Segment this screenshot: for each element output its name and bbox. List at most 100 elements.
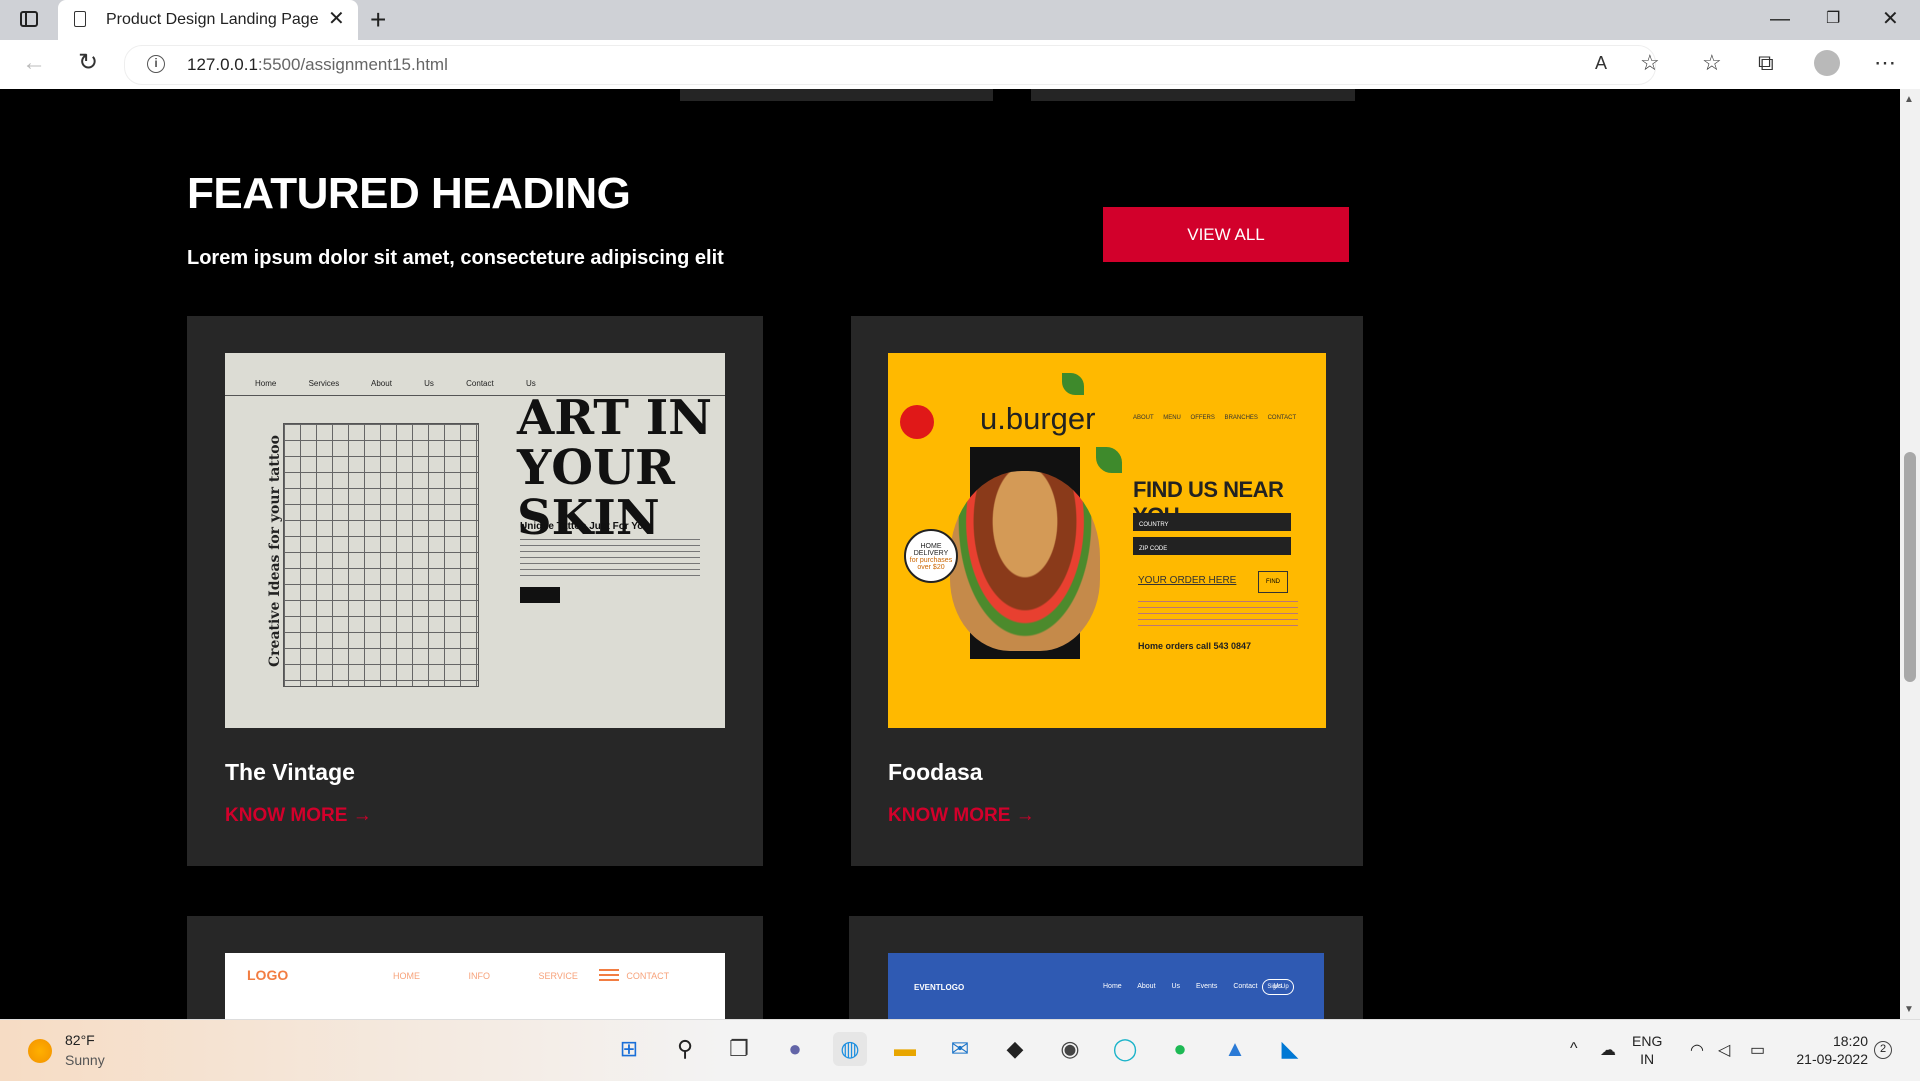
address-toolbar: ← ↻ i 127.0.0.1:5500/assignment15.html A…	[0, 40, 1920, 90]
delivery-note: for purchases over $20	[909, 557, 953, 571]
tomato-image	[900, 405, 934, 439]
country-select-label: COUNTRY	[1139, 522, 1169, 528]
chat-icon[interactable]: ●	[778, 1032, 812, 1066]
browser-tab[interactable]: Product Design Landing Page ✕	[58, 0, 358, 40]
leaf-image	[1096, 447, 1122, 473]
clock-time: 18:20	[1832, 1033, 1868, 1049]
battery-icon[interactable]: ▭	[1750, 1040, 1765, 1060]
language-indicator[interactable]: ENG IN	[1632, 1032, 1662, 1068]
alexa-icon[interactable]: ◯	[1108, 1032, 1142, 1066]
delivery-title: HOME DELIVERY	[913, 543, 949, 557]
project-card: EVENTLOGO Home About Us Events Contact U…	[849, 916, 1363, 1019]
url-path: :5500/assignment15.html	[257, 55, 448, 74]
add-favorite-icon[interactable]: ☆	[1640, 50, 1660, 76]
view-all-button[interactable]: VIEW ALL	[1103, 207, 1349, 262]
scrollbar-thumb[interactable]	[1904, 452, 1916, 682]
thumb-side-text: Creative Ideas for your tattoo	[266, 435, 283, 667]
clock[interactable]: 18:20 21-09-2022	[1784, 1032, 1868, 1068]
mail-icon[interactable]: ✉	[943, 1032, 977, 1066]
search-icon[interactable]: ⚲	[668, 1032, 702, 1066]
project-card: LOGO HOME INFO SERVICE CONTACT	[187, 916, 763, 1019]
thumb-paragraph	[1138, 601, 1298, 629]
profile-avatar[interactable]	[1814, 50, 1840, 76]
refresh-icon[interactable]: ↻	[78, 48, 98, 78]
more-options-icon[interactable]: ⋯	[1874, 50, 1896, 76]
restore-icon[interactable]: ❐	[1826, 6, 1840, 32]
collections-icon[interactable]: ⧉	[1758, 50, 1774, 76]
thumb-nav: Home Services About Us Contact Us	[255, 379, 536, 388]
featured-subtitle: Lorem ipsum dolor sit amet, consecteture…	[187, 247, 724, 269]
weather-condition[interactable]: Sunny	[65, 1052, 105, 1068]
card-bottom-edge	[1031, 89, 1355, 101]
photos-icon[interactable]: ▲	[1218, 1032, 1252, 1066]
taskbar: 82°F Sunny ⊞ ⚲ ❐ ● ◍ ▬ ✉ ◆ ◉ ◯ ● ▲ ◣ ^ ☁…	[0, 1019, 1920, 1081]
know-more-link[interactable]: KNOW MORE →	[888, 805, 1035, 827]
scroll-up-icon[interactable]: ▲	[1904, 94, 1914, 105]
clock-date: 21-09-2022	[1796, 1051, 1868, 1067]
weather-temp[interactable]: 82°F	[65, 1032, 95, 1048]
event-thumbnail[interactable]: EVENTLOGO Home About Us Events Contact U…	[888, 953, 1324, 1019]
tab-actions-icon[interactable]	[20, 11, 38, 27]
thumb-menu: ABOUT MENU OFFERS BRANCHES CONTACT	[1133, 415, 1297, 421]
zip-select-label: ZIP CODE	[1139, 546, 1168, 552]
volume-icon[interactable]: ◁	[1718, 1040, 1730, 1060]
window-close-icon[interactable]: ✕	[1882, 6, 1899, 32]
thumb-menu: Home About Us Events Contact Us	[1103, 983, 1282, 990]
thumb-button	[520, 587, 560, 603]
close-tab-icon[interactable]: ✕	[328, 8, 345, 30]
back-icon[interactable]: ←	[22, 48, 46, 78]
read-aloud-icon[interactable]: A	[1595, 50, 1607, 76]
zip-select: ZIP CODE	[1133, 537, 1291, 555]
country-select: COUNTRY	[1133, 513, 1291, 531]
browser-tab-bar: Product Design Landing Page ✕ + — ❐ ✕	[0, 0, 1920, 40]
vintage-thumbnail[interactable]: Home Services About Us Contact Us Creati…	[225, 353, 725, 728]
address-bar[interactable]: i 127.0.0.1:5500/assignment15.html	[124, 45, 1656, 85]
region-code: IN	[1640, 1051, 1655, 1067]
delivery-badge: HOME DELIVERY for purchases over $20	[904, 529, 958, 583]
card-title: The Vintage	[225, 759, 355, 785]
page-icon	[74, 11, 86, 27]
notification-badge[interactable]: 2	[1874, 1041, 1892, 1059]
card-title: Foodasa	[888, 759, 983, 785]
thumb-call-text: Home orders call 543 0847	[1138, 641, 1252, 651]
thumb-find-label: FIND	[1266, 579, 1280, 585]
leaf-image	[1062, 373, 1084, 395]
task-view-icon[interactable]: ❐	[722, 1032, 756, 1066]
scroll-down-icon[interactable]: ▼	[1904, 1004, 1914, 1015]
favorites-icon[interactable]: ☆	[1702, 50, 1722, 76]
thumb-logo: u.burger	[980, 401, 1096, 436]
thumb-signup-button: Sign Up	[1262, 979, 1294, 995]
thumb-logo: LOGO	[247, 967, 289, 983]
card-bottom-edge	[680, 89, 993, 101]
vscode-icon[interactable]: ◣	[1273, 1032, 1307, 1066]
project-card: Home Services About Us Contact Us Creati…	[187, 316, 763, 866]
url-text[interactable]: 127.0.0.1:5500/assignment15.html	[187, 55, 448, 75]
logo-thumbnail[interactable]: LOGO HOME INFO SERVICE CONTACT	[225, 953, 725, 1019]
minimize-icon[interactable]: —	[1770, 6, 1790, 32]
project-card: u.burger ABOUT MENU OFFERS BRANCHES CONT…	[851, 316, 1363, 866]
onedrive-icon[interactable]: ☁	[1600, 1040, 1616, 1060]
tab-title: Product Design Landing Page	[106, 11, 319, 28]
foodasa-thumbnail[interactable]: u.burger ABOUT MENU OFFERS BRANCHES CONT…	[888, 353, 1326, 728]
url-host: 127.0.0.1	[187, 55, 258, 74]
start-icon[interactable]: ⊞	[612, 1032, 646, 1066]
thumb-find-button: FIND	[1258, 571, 1288, 593]
thumb-order-text: YOUR ORDER HERE	[1138, 575, 1237, 586]
new-tab-icon[interactable]: +	[370, 4, 386, 36]
sun-icon[interactable]	[28, 1039, 52, 1063]
page-content: FEATURED HEADING Lorem ipsum dolor sit a…	[0, 89, 1900, 1019]
know-more-link[interactable]: KNOW MORE →	[225, 805, 372, 827]
spotify-icon[interactable]: ●	[1163, 1032, 1197, 1066]
github-desktop-icon[interactable]: ◉	[1053, 1032, 1087, 1066]
file-explorer-icon[interactable]: ▬	[888, 1032, 922, 1066]
thumb-paragraph	[520, 539, 700, 577]
language-code: ENG	[1632, 1033, 1663, 1049]
show-hidden-icons-icon[interactable]: ^	[1570, 1040, 1578, 1058]
thumb-menu: HOME INFO SERVICE CONTACT	[393, 971, 670, 981]
tattoo-grid	[283, 423, 479, 687]
thumb-logo: EVENTLOGO	[914, 983, 965, 992]
wifi-icon[interactable]: ◠	[1690, 1040, 1704, 1060]
dropbox-icon[interactable]: ◆	[998, 1032, 1032, 1066]
info-icon[interactable]: i	[147, 55, 165, 73]
edge-icon[interactable]: ◍	[833, 1032, 867, 1066]
